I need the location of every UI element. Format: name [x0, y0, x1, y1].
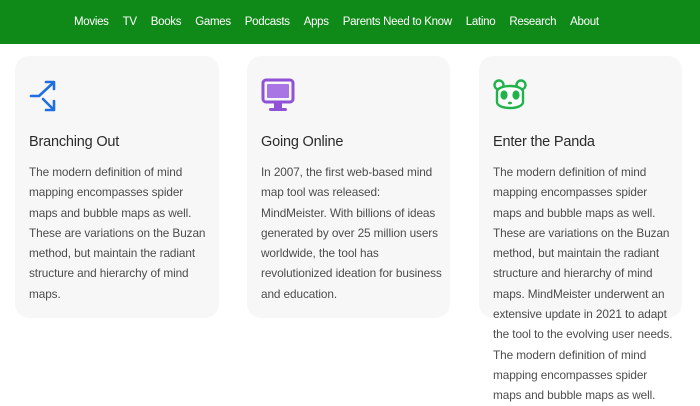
card-title: Branching Out	[29, 134, 120, 150]
card-title: Enter the Panda	[493, 134, 595, 150]
nav-item-podcasts[interactable]: Podcasts	[245, 16, 290, 28]
nav-item-latino[interactable]: Latino	[466, 16, 496, 28]
branching-arrows-icon	[29, 80, 56, 112]
nav-item-games[interactable]: Games	[195, 16, 231, 28]
nav-item-apps[interactable]: Apps	[304, 16, 329, 28]
card-branching-out: Branching Out The modern definition of m…	[15, 56, 219, 318]
nav-item-tv[interactable]: TV	[123, 16, 137, 28]
card-title: Going Online	[261, 134, 344, 150]
nav-item-books[interactable]: Books	[151, 16, 182, 28]
card-enter-the-panda: Enter the Panda The modern definition of…	[479, 56, 682, 402]
nav-item-movies[interactable]: Movies	[74, 16, 109, 28]
card-body-text: The modern definition of mind mapping en…	[493, 165, 673, 403]
nav-item-research[interactable]: Research	[509, 16, 556, 28]
card-going-online: Going Online In 2007, the first web-base…	[247, 56, 450, 318]
nav-item-parents-need-to-know[interactable]: Parents Need to Know	[343, 16, 452, 28]
nav-menu: Movies TV Books Games Podcasts Apps Pare…	[74, 0, 613, 44]
card-body-text: The modern definition of mind mapping en…	[29, 165, 206, 301]
panda-icon	[493, 79, 527, 110]
card-body-text: In 2007, the first web-based mind map to…	[261, 165, 442, 301]
nav-item-about[interactable]: About	[570, 16, 599, 28]
top-navigation: Movies TV Books Games Podcasts Apps Pare…	[0, 0, 700, 44]
monitor-icon	[261, 78, 295, 111]
